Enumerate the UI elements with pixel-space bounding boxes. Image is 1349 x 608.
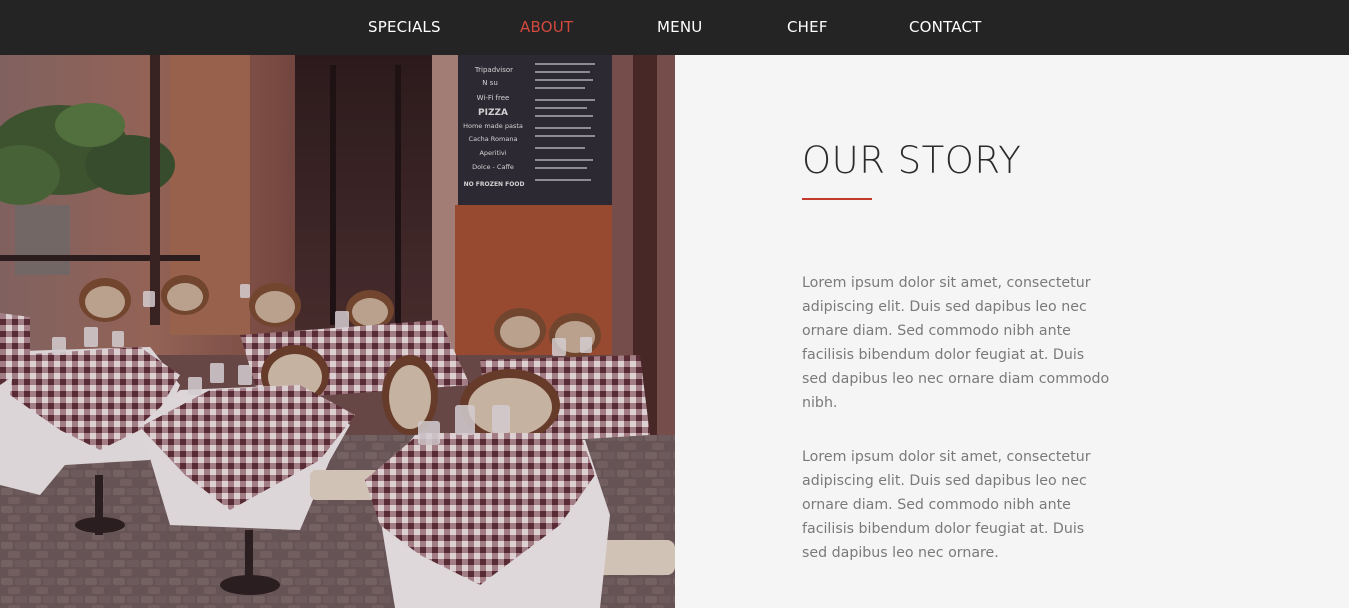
restaurant-photo: Tripadvisor N su Wi-Fi free PIZZA Home m… xyxy=(0,55,675,608)
nav-link-contact[interactable]: CONTACT xyxy=(909,18,982,38)
nav-link-chef[interactable]: CHEF xyxy=(787,18,828,38)
top-navigation: SPECIALS ABOUT MENU CHEF CONTACT xyxy=(0,0,1349,55)
our-story-section: OUR STORY Lorem ipsum dolor sit amet, co… xyxy=(675,55,1349,608)
section-title: OUR STORY xyxy=(802,139,1022,182)
title-underline-divider xyxy=(802,198,872,200)
story-paragraph-2: Lorem ipsum dolor sit amet, consectetur … xyxy=(802,449,1091,561)
story-paragraph-1: Lorem ipsum dolor sit amet, consectetur … xyxy=(802,275,1110,411)
restaurant-terrace-illustration: Tripadvisor N su Wi-Fi free PIZZA Home m… xyxy=(0,55,675,608)
nav-link-menu[interactable]: MENU xyxy=(657,18,702,38)
nav-link-about[interactable]: ABOUT xyxy=(520,18,573,38)
nav-link-specials[interactable]: SPECIALS xyxy=(368,18,441,38)
